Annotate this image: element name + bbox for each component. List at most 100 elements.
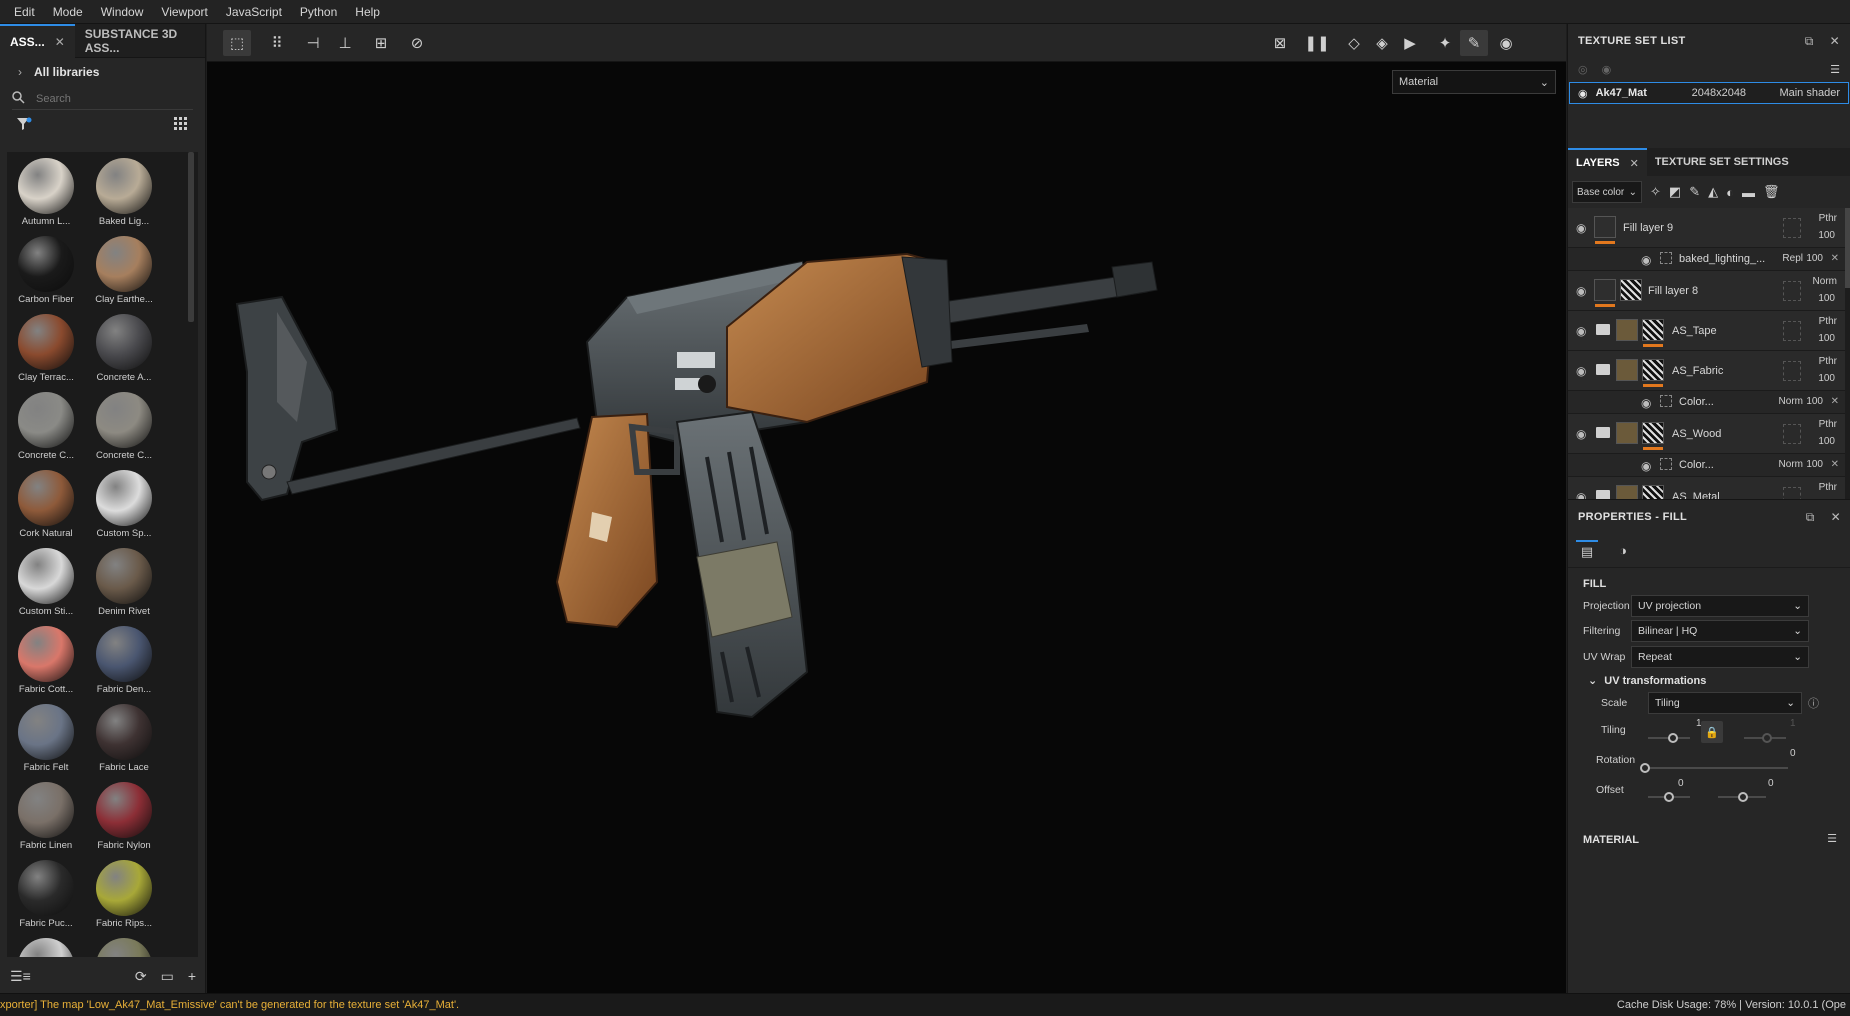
asset-item[interactable]: Fabric Nylon — [89, 782, 159, 856]
tab-substance-assets[interactable]: SUBSTANCE 3D ASS... — [75, 24, 205, 58]
undock-icon[interactable]: ⧉ — [1806, 510, 1815, 525]
viewport-3d[interactable]: Material ⌄ — [207, 62, 1742, 1011]
layer-row[interactable]: ◉ AS_Wood Pthr 100 — [1568, 414, 1845, 454]
visibility-eye-icon[interactable]: ◉ — [1578, 87, 1588, 100]
frame-icon[interactable]: ⊞ — [367, 30, 395, 56]
tab-assets[interactable]: ASS... ✕ — [0, 23, 75, 58]
layer-blend-mode[interactable]: Pthr — [1819, 419, 1837, 430]
new-folder-icon[interactable]: ▭ — [161, 968, 174, 985]
asset-item[interactable]: Concrete C... — [11, 392, 81, 466]
tiling-slider-1[interactable] — [1648, 733, 1690, 743]
visibility-eye-icon[interactable]: ◉ — [1576, 221, 1586, 235]
filter-icon[interactable] — [16, 117, 32, 134]
remove-effect-icon[interactable]: ✕ — [1831, 459, 1839, 470]
menu-viewport[interactable]: Viewport — [161, 5, 207, 19]
material-properties-icon[interactable]: ◑ — [1612, 540, 1634, 562]
asset-item[interactable]: Clay Terrac... — [11, 314, 81, 388]
asset-item[interactable]: Clay Earthe... — [89, 236, 159, 310]
layer-opacity[interactable]: 100 — [1818, 333, 1835, 344]
tab-texture-set-settings[interactable]: TEXTURE SET SETTINGS — [1647, 148, 1797, 176]
layer-blend-mode[interactable]: Repl — [1782, 253, 1803, 264]
menu-window[interactable]: Window — [101, 5, 144, 19]
tiling-slider-2[interactable] — [1744, 733, 1786, 743]
layer-opacity[interactable]: 100 — [1818, 436, 1835, 447]
slider-knob[interactable] — [1664, 792, 1674, 802]
asset-item[interactable]: Carbon Fiber — [11, 236, 81, 310]
menu-mode[interactable]: Mode — [53, 5, 83, 19]
close-icon[interactable]: ✕ — [55, 35, 65, 49]
visibility-eye-icon[interactable]: ◉ — [1641, 459, 1651, 473]
slider-knob[interactable] — [1762, 733, 1772, 743]
all-libraries[interactable]: › All libraries — [0, 58, 205, 86]
add-mask-icon[interactable]: ◩ — [1669, 184, 1681, 200]
layer-row[interactable]: ◉ ✕ Color... Norm 100 — [1568, 391, 1845, 414]
asset-item[interactable] — [11, 938, 81, 957]
layer-blend-mode[interactable]: Pthr — [1819, 316, 1837, 327]
add-folder-icon[interactable]: ▬ — [1742, 185, 1755, 200]
layer-blend-mode[interactable]: Pthr — [1819, 356, 1837, 367]
asset-item[interactable]: Concrete C... — [89, 392, 159, 466]
remove-effect-icon[interactable]: ✕ — [1831, 396, 1839, 407]
asset-item[interactable]: Autumn L... — [11, 158, 81, 232]
layer-opacity[interactable]: 100 — [1806, 459, 1823, 470]
menu-edit[interactable]: Edit — [14, 5, 35, 19]
fill-properties-icon[interactable]: ▤ — [1576, 539, 1598, 562]
mask-thumbnail[interactable] — [1642, 359, 1664, 381]
asset-item[interactable]: Concrete A... — [89, 314, 159, 388]
scale-select[interactable]: Tiling ⌄ — [1648, 692, 1802, 714]
close-icon[interactable]: ✕ — [1830, 34, 1840, 49]
close-icon[interactable]: ✕ — [1630, 157, 1639, 170]
grid-snap-icon[interactable]: ⠿ — [263, 30, 291, 56]
asset-item[interactable]: Denim Rivet — [89, 548, 159, 622]
tab-layers[interactable]: LAYERS ✕ — [1568, 148, 1647, 176]
undock-icon[interactable]: ⧉ — [1805, 34, 1814, 49]
asset-item[interactable]: Cork Natural — [11, 470, 81, 544]
uv-transformations-header[interactable]: ⌄ UV transformations — [1588, 674, 1706, 687]
texture-set-shader[interactable]: Main shader — [1779, 87, 1840, 99]
pause-icon[interactable]: ❚❚ — [1303, 30, 1331, 56]
slider-knob[interactable] — [1738, 792, 1748, 802]
add-paint-layer-icon[interactable]: ✎ — [1689, 184, 1700, 200]
sort-icon[interactable]: ≡ — [23, 968, 31, 984]
mask-thumbnail[interactable] — [1620, 279, 1642, 301]
show-all-icon[interactable]: ◉ — [1602, 63, 1612, 76]
visibility-eye-icon[interactable]: ◉ — [1576, 324, 1586, 338]
view-3d-icon[interactable]: ◈ — [1368, 30, 1396, 56]
visibility-eye-icon[interactable]: ◉ — [1576, 284, 1586, 298]
menu-python[interactable]: Python — [300, 5, 337, 19]
grid-view-icon[interactable] — [173, 116, 189, 135]
asset-item[interactable]: Fabric Linen — [11, 782, 81, 856]
menu-icon[interactable]: ☰ — [1827, 832, 1837, 845]
visibility-eye-icon[interactable]: ◉ — [1641, 253, 1651, 267]
layer-row[interactable]: ◉ ✕ baked_lighting_... Repl 100 — [1568, 248, 1845, 271]
mask-thumbnail[interactable] — [1642, 422, 1664, 444]
refresh-icon[interactable]: ⟳ — [135, 968, 147, 985]
select-icon[interactable]: ⬚ — [223, 30, 251, 56]
menu-help[interactable]: Help — [355, 5, 380, 19]
asset-item[interactable]: Fabric Cott... — [11, 626, 81, 700]
asset-item[interactable]: Baked Lig... — [89, 158, 159, 232]
texture-set-row[interactable]: ◉ Ak47_Mat 2048x2048 Main shader — [1569, 82, 1849, 104]
layer-blend-mode[interactable]: Norm — [1813, 276, 1837, 287]
reset-view-icon[interactable]: ⊘ — [403, 30, 431, 56]
hide-icon[interactable]: ⊠ — [1266, 30, 1294, 56]
asset-item[interactable]: Fabric Puc... — [11, 860, 81, 934]
sparkle-icon[interactable]: ✦ — [1431, 30, 1459, 56]
mirror-y-icon[interactable]: ⊥ — [331, 30, 359, 56]
asset-item[interactable]: Fabric Den... — [89, 626, 159, 700]
filtering-select[interactable]: Bilinear | HQ ⌄ — [1631, 620, 1809, 642]
mirror-x-icon[interactable]: ⊣ — [299, 30, 327, 56]
search-input[interactable] — [36, 92, 176, 105]
channel-select[interactable]: Base color ⌄ — [1572, 181, 1642, 203]
lock-icon[interactable]: 🔒 — [1701, 721, 1723, 743]
menu-javascript[interactable]: JavaScript — [226, 5, 282, 19]
layer-blend-mode[interactable]: Pthr — [1819, 213, 1837, 224]
asset-item[interactable]: Fabric Felt — [11, 704, 81, 778]
layer-opacity[interactable]: 100 — [1818, 230, 1835, 241]
layer-row[interactable]: ◉ Fill layer 8 Norm 100 — [1568, 271, 1845, 311]
hide-all-icon[interactable]: ◎ — [1578, 63, 1588, 76]
mask-thumbnail[interactable] — [1642, 319, 1664, 341]
uvwrap-select[interactable]: Repeat ⌄ — [1631, 646, 1809, 668]
remove-effect-icon[interactable]: ✕ — [1831, 253, 1839, 264]
close-icon[interactable]: ✕ — [1831, 510, 1841, 525]
